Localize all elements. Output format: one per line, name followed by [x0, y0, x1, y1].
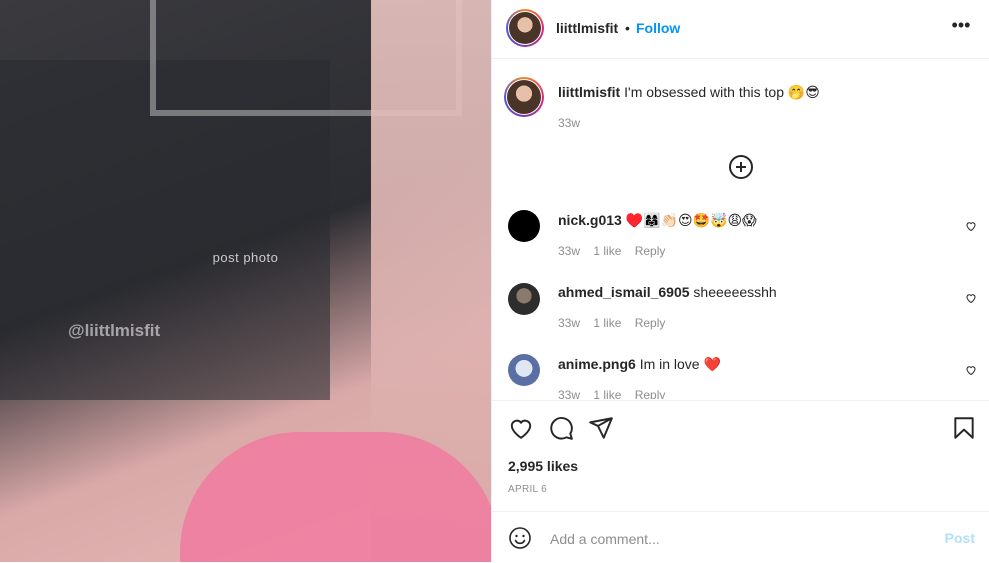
- more-icon[interactable]: •••: [951, 16, 971, 38]
- comment-likes[interactable]: 1 like: [593, 388, 621, 399]
- add-comments-icon[interactable]: [729, 155, 753, 179]
- likes-count[interactable]: 2,995 likes: [508, 458, 578, 474]
- image-placeholder-label: post photo: [212, 250, 279, 265]
- post-actions: 2,995 likes APRIL 6: [492, 400, 989, 512]
- comment-username[interactable]: ahmed_ismail_6905: [558, 284, 690, 300]
- comment-avatar[interactable]: [508, 283, 540, 315]
- comment-like-icon[interactable]: [965, 292, 977, 304]
- author-username[interactable]: liittlmisfit: [556, 20, 618, 36]
- separator-dot: •: [625, 20, 630, 36]
- comment-age: 33w: [558, 316, 581, 330]
- comments-list[interactable]: liittlmisfit I'm obsessed with this top …: [492, 59, 989, 399]
- comment-text: Im in love ❤️: [639, 356, 721, 372]
- comment-input[interactable]: [548, 528, 912, 550]
- comment-reply[interactable]: Reply: [635, 316, 666, 330]
- comment-likes[interactable]: 1 like: [593, 316, 621, 330]
- caption-avatar[interactable]: [504, 77, 544, 117]
- caption: liittlmisfit I'm obsessed with this top …: [558, 84, 820, 101]
- caption-age: 33w: [558, 116, 590, 130]
- emoji-icon[interactable]: [508, 526, 532, 550]
- comment-reply[interactable]: Reply: [635, 388, 666, 399]
- post-image[interactable]: post photo @liittlmisfit: [0, 0, 491, 562]
- caption-timestamp: 33w: [558, 116, 581, 130]
- follow-button[interactable]: Follow: [636, 20, 680, 36]
- comment-age: 33w: [558, 244, 581, 258]
- comment-like-icon[interactable]: [965, 220, 977, 232]
- comment-meta: 33w 1 like Reply: [558, 316, 675, 330]
- post-view: post photo @liittlmisfit liittlmisfit • …: [0, 0, 989, 562]
- list-item: ahmed_ismail_6905 sheeeeesshh: [558, 284, 777, 300]
- like-icon[interactable]: [508, 415, 534, 441]
- comment-composer: Post: [492, 511, 989, 563]
- post-sidebar: liittlmisfit • Follow ••• liittlmisfit I…: [491, 0, 989, 562]
- comment-username[interactable]: anime.png6: [558, 356, 636, 372]
- save-icon[interactable]: [951, 415, 977, 441]
- comment-like-icon[interactable]: [965, 364, 977, 376]
- comment-likes[interactable]: 1 like: [593, 244, 621, 258]
- author-avatar[interactable]: [506, 9, 544, 47]
- comment-text: ♥️👩‍👩‍👧👏🏻😍🤩🤯😩😱: [625, 212, 757, 228]
- comment-reply[interactable]: Reply: [635, 244, 666, 258]
- comment-icon[interactable]: [548, 415, 574, 441]
- list-item: nick.g013 ♥️👩‍👩‍👧👏🏻😍🤩🤯😩😱: [558, 212, 757, 229]
- share-icon[interactable]: [588, 415, 614, 441]
- post-comment-button[interactable]: Post: [945, 530, 975, 546]
- image-watermark: @liittlmisfit: [68, 321, 161, 340]
- comment-meta: 33w 1 like Reply: [558, 244, 675, 258]
- comment-username[interactable]: nick.g013: [558, 212, 622, 228]
- list-item: anime.png6 Im in love ❤️: [558, 356, 721, 373]
- comment-meta: 33w 1 like Reply: [558, 388, 675, 399]
- post-header: liittlmisfit • Follow •••: [492, 0, 989, 59]
- caption-text: I'm obsessed with this top 🤭😎: [624, 84, 820, 100]
- comment-avatar[interactable]: [508, 354, 540, 386]
- comment-avatar[interactable]: [508, 210, 540, 242]
- comment-text: sheeeeesshh: [693, 284, 777, 300]
- post-date: APRIL 6: [508, 484, 547, 495]
- caption-username[interactable]: liittlmisfit: [558, 84, 620, 100]
- image-fabric-shape: [180, 432, 491, 562]
- comment-age: 33w: [558, 388, 581, 399]
